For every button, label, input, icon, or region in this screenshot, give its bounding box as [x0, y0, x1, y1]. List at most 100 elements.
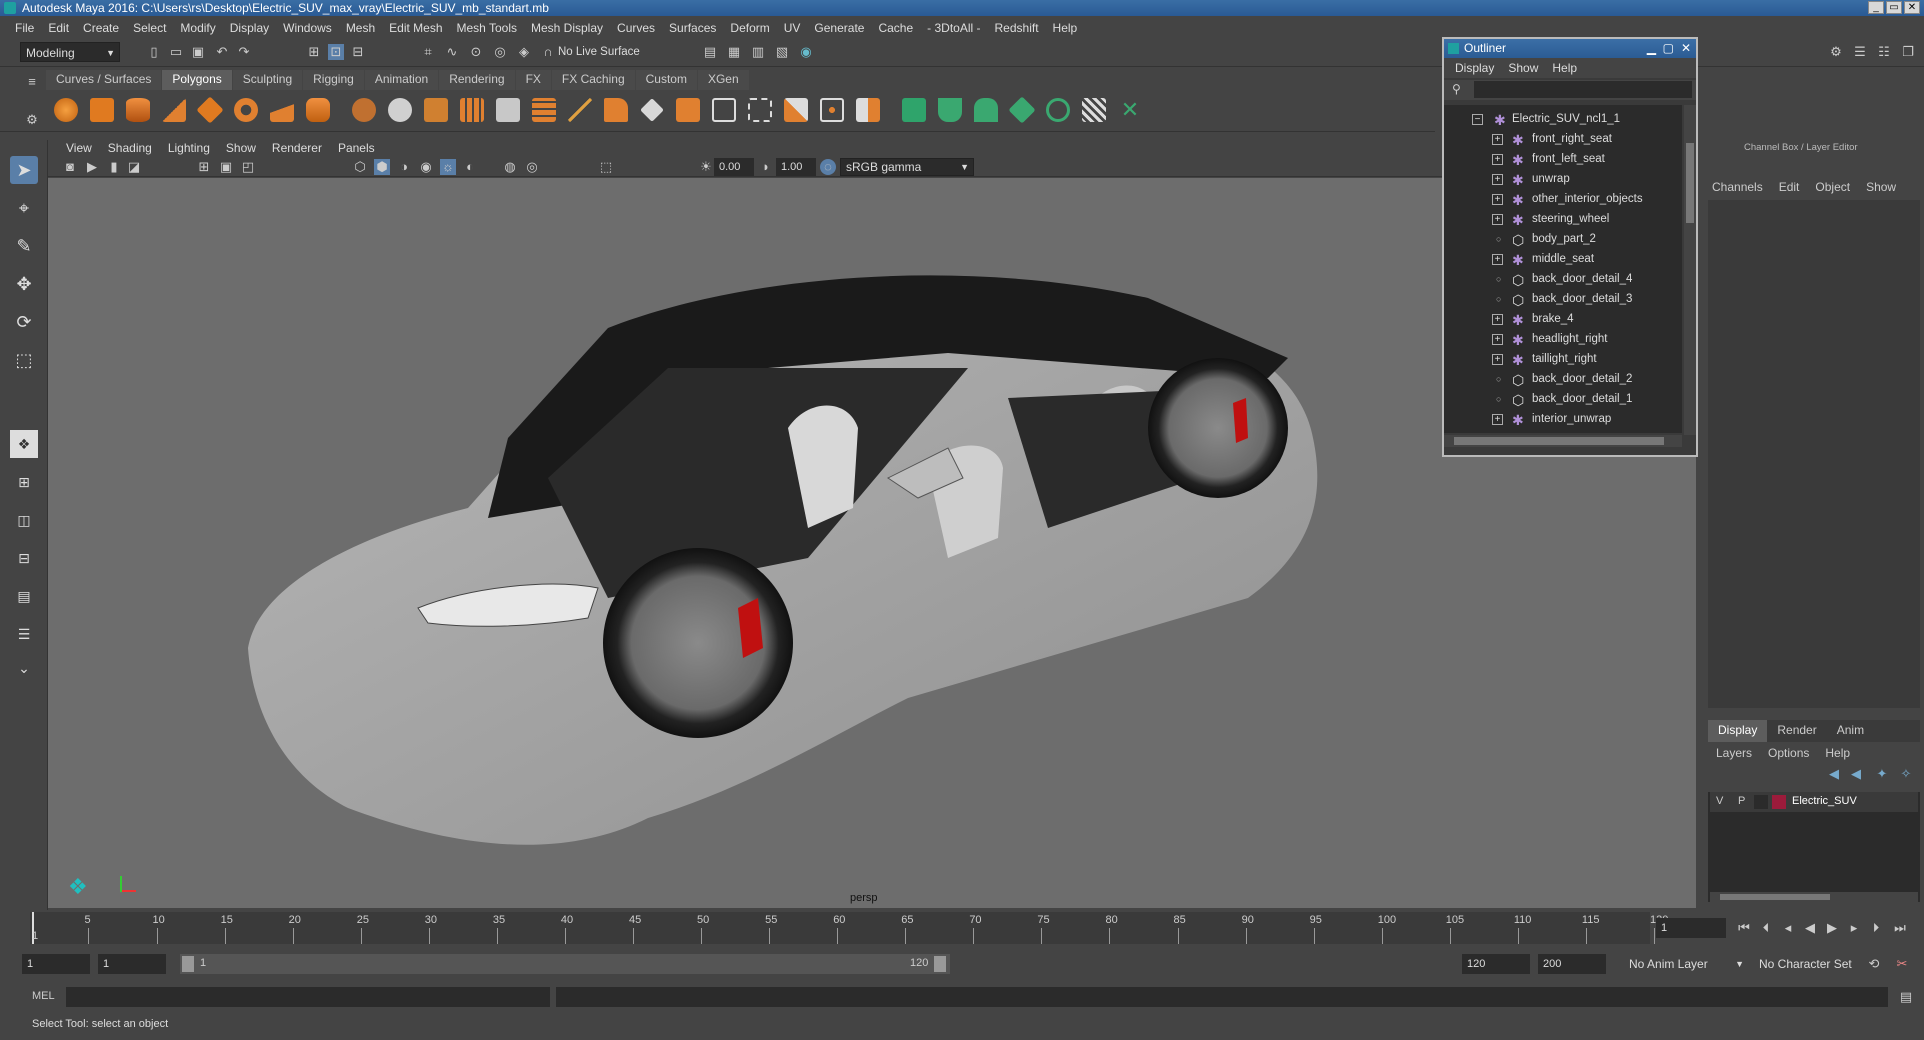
magnet-icon[interactable]: ∩ — [540, 44, 556, 60]
uv-editor-icon[interactable] — [902, 98, 926, 122]
outliner-row[interactable]: ○ ⬡ body_part_2 — [1444, 229, 1682, 249]
menu-edit-mesh[interactable]: Edit Mesh — [382, 21, 449, 35]
colorspace-selector[interactable]: sRGB gamma ▼ — [840, 158, 974, 176]
hypershade-layout-icon[interactable]: ▤ — [10, 582, 38, 610]
collapse-icon[interactable] — [856, 98, 880, 122]
persp-graph-layout-icon[interactable]: ⊟ — [10, 544, 38, 572]
checker-icon[interactable] — [1082, 98, 1106, 122]
outliner-menu-help[interactable]: Help — [1545, 61, 1584, 75]
vp-menu-view[interactable]: View — [58, 141, 100, 155]
scale-tool-icon[interactable]: ⬚ — [10, 346, 38, 374]
anim-layer-selector[interactable]: No Anim Layer ▼ — [1624, 954, 1748, 974]
camera-attributes-icon[interactable]: ▶ — [84, 159, 100, 175]
close-button[interactable]: ✕ — [1904, 1, 1920, 14]
shadows-icon[interactable]: ◐ — [462, 159, 478, 175]
color-management-icon[interactable]: ◌ — [820, 159, 836, 175]
expand-icon[interactable]: + — [1492, 174, 1503, 185]
outliner-search-input[interactable] — [1474, 81, 1692, 98]
mel-label[interactable]: MEL — [32, 990, 55, 1002]
snap-grid-icon[interactable]: ⌗ — [420, 44, 436, 60]
xray-icon[interactable]: ◍ — [502, 159, 518, 175]
mirror-icon[interactable] — [532, 98, 556, 122]
tab-display[interactable]: Display — [1708, 720, 1768, 742]
range-end-handle[interactable] — [934, 956, 946, 972]
poly-cylinder-icon[interactable] — [126, 98, 150, 122]
expand-icon[interactable]: + — [1492, 334, 1503, 345]
menu-3dtoall[interactable]: - 3DtoAll - — [920, 21, 987, 35]
target-weld-icon[interactable] — [820, 98, 844, 122]
lights-icon[interactable]: ☼ — [440, 159, 456, 175]
expand-icon[interactable]: + — [1492, 194, 1503, 205]
script-editor-icon[interactable]: ▤ — [1898, 989, 1914, 1005]
menu-surfaces[interactable]: Surfaces — [662, 21, 723, 35]
separate-icon[interactable] — [388, 98, 412, 122]
outliner-row[interactable]: + ✱ other_interior_objects — [1444, 189, 1682, 209]
fill-hole-icon[interactable] — [748, 98, 772, 122]
combine-icon[interactable] — [352, 98, 376, 122]
image-plane-icon[interactable]: ◪ — [126, 159, 142, 175]
snap-point-icon[interactable]: ⊙ — [468, 44, 484, 60]
poly-torus-icon[interactable] — [234, 98, 258, 122]
tab-rendering[interactable]: Rendering — [439, 70, 515, 90]
cb-menu-edit[interactable]: Edit — [1771, 180, 1808, 194]
menu-modify[interactable]: Modify — [173, 21, 222, 35]
single-perspective-layout-icon[interactable]: ❖ — [10, 430, 38, 458]
tool-settings-icon[interactable]: ☷ — [1876, 44, 1892, 60]
multi-cut-icon[interactable] — [568, 98, 592, 122]
render-view-icon[interactable]: ▤ — [702, 44, 718, 60]
outliner-close-button[interactable]: ✕ — [1681, 39, 1691, 58]
outliner-row[interactable]: + ✱ middle_seat — [1444, 249, 1682, 269]
scroll-thumb[interactable] — [1686, 143, 1694, 223]
camera-select-icon[interactable]: ◙ — [62, 159, 78, 175]
bool-icon[interactable] — [496, 98, 520, 122]
cb-menu-object[interactable]: Object — [1807, 180, 1858, 194]
snap-curve-icon[interactable]: ∿ — [444, 44, 460, 60]
render-settings-icon[interactable]: ▧ — [774, 44, 790, 60]
layer-display-type[interactable] — [1754, 795, 1768, 809]
menu-edit[interactable]: Edit — [41, 21, 76, 35]
move-layer-up-icon[interactable]: ◀ — [1826, 766, 1842, 782]
start-time-field[interactable]: 1 — [22, 954, 90, 974]
vp-menu-show[interactable]: Show — [218, 141, 264, 155]
menu-display[interactable]: Display — [223, 21, 276, 35]
unfold-icon[interactable]: ✕ — [1118, 98, 1142, 122]
menu-select[interactable]: Select — [126, 21, 173, 35]
outliner-minimize-button[interactable]: ▁ — [1647, 39, 1656, 58]
paint-select-icon[interactable]: ✎ — [10, 232, 38, 260]
menu-create[interactable]: Create — [76, 21, 126, 35]
outliner-list[interactable]: − ✱ Electric_SUV_ncl1_1 + ✱ front_right_se… — [1444, 105, 1682, 433]
four-view-layout-icon[interactable]: ⊞ — [10, 468, 38, 496]
channel-box-area[interactable] — [1708, 200, 1920, 708]
select-tool-icon[interactable]: ➤ — [10, 156, 38, 184]
merge-icon[interactable] — [784, 98, 808, 122]
vp-menu-shading[interactable]: Shading — [100, 141, 160, 155]
gamma-field[interactable]: 1.00 — [776, 158, 816, 176]
layer-name[interactable]: Electric_SUV — [1792, 795, 1857, 807]
outliner-row[interactable]: ○ ⬡ back_door_detail_3 — [1444, 289, 1682, 309]
rotate-tool-icon[interactable]: ⟳ — [10, 308, 38, 336]
bookmark-icon[interactable]: ▮ — [106, 159, 122, 175]
layer-playback-toggle[interactable]: P — [1738, 795, 1745, 807]
layer-color-swatch[interactable] — [1772, 795, 1786, 809]
outliner-menu-display[interactable]: Display — [1448, 61, 1501, 75]
extract-icon[interactable] — [424, 98, 448, 122]
tab-curves-surfaces[interactable]: Curves / Surfaces — [46, 70, 162, 90]
playback-end-field[interactable]: 120 — [1462, 954, 1530, 974]
outliner-row[interactable]: + ✱ front_left_seat — [1444, 149, 1682, 169]
textured-icon[interactable]: ◉ — [418, 159, 434, 175]
tab-animation[interactable]: Animation — [364, 70, 439, 90]
step-forward-icon[interactable]: ⏵ — [1868, 920, 1884, 936]
exposure-icon[interactable]: ☀ — [698, 159, 714, 175]
outliner-layout-icon[interactable]: ☰ — [10, 620, 38, 648]
render-frame-icon[interactable]: ▦ — [726, 44, 742, 60]
tab-sculpting[interactable]: Sculpting — [232, 70, 303, 90]
expand-icon[interactable]: + — [1492, 154, 1503, 165]
step-back-icon[interactable]: ⏴ — [1758, 920, 1774, 936]
layer-visibility-toggle[interactable]: V — [1716, 795, 1723, 807]
new-scene-icon[interactable]: ▯ — [146, 44, 162, 60]
menu-mesh-display[interactable]: Mesh Display — [524, 21, 610, 35]
expand-icon[interactable]: + — [1492, 354, 1503, 365]
outliner-row[interactable]: + ✱ front_right_seat — [1444, 129, 1682, 149]
poly-cone-icon[interactable] — [162, 98, 186, 122]
poly-sphere-icon[interactable] — [54, 98, 78, 122]
